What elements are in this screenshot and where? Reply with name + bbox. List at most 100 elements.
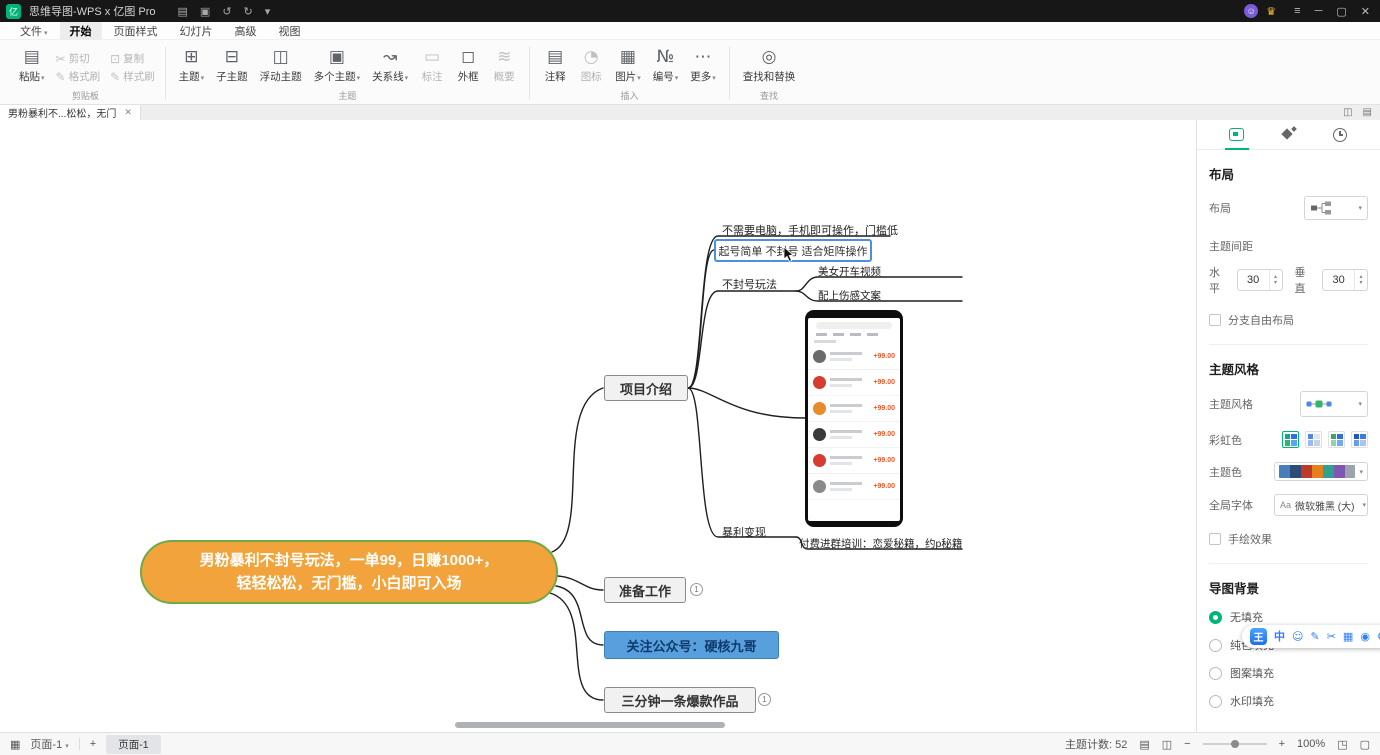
maximize-button[interactable]: ▢ — [1336, 5, 1346, 18]
global-font-dropdown[interactable]: Aa 微软雅黑 (大) ▾ — [1274, 494, 1368, 516]
find-replace-button[interactable]: ◎查找和替换 — [738, 45, 801, 87]
frame-button[interactable]: ◻外框 — [451, 45, 485, 87]
node-sad-caption[interactable]: 配上伤感文案 — [818, 288, 881, 303]
free-layout-checkbox[interactable] — [1209, 314, 1221, 326]
vertical-spacing-stepper[interactable]: 30 ▴▾ — [1322, 269, 1368, 291]
zoom-in-button[interactable]: + — [1279, 738, 1285, 750]
close-tab-icon[interactable]: ✕ — [124, 107, 132, 118]
mindmap-canvas[interactable]: 男粉暴利不封号玩法，一单99，日赚1000+， 轻轻松松，无门槛，小白即可入场 … — [0, 120, 1196, 732]
more-button[interactable]: ⋯更多▾ — [685, 45, 721, 87]
callout-button[interactable]: ▭标注 — [415, 45, 449, 87]
multi-topic-button[interactable]: ▣多个主题▾ — [309, 45, 366, 87]
page-view-icon[interactable]: ▤ — [1139, 738, 1149, 751]
ime-skin-icon[interactable]: ◉ — [1360, 631, 1370, 642]
topic-button[interactable]: ⊞主题▾ — [174, 45, 210, 87]
node-beauty-video[interactable]: 美女开车视频 — [818, 264, 881, 279]
rainbow-palette-2[interactable] — [1305, 431, 1322, 448]
bg-option-watermark[interactable]: 水印填充 — [1209, 693, 1368, 709]
redo-icon[interactable]: ↻ — [244, 5, 253, 18]
node-project-intro[interactable]: 项目介绍 — [604, 375, 688, 401]
menu-tab-home[interactable]: 开始 — [60, 22, 102, 40]
zoom-slider-knob[interactable] — [1231, 740, 1239, 748]
document-tab[interactable]: 男粉暴利不...松松，无门 ✕ — [0, 105, 141, 120]
numbering-button[interactable]: №编号▾ — [648, 45, 684, 87]
layout-dropdown[interactable]: ▾ — [1304, 196, 1368, 220]
image-icon: ▦ — [620, 48, 636, 67]
add-page-button[interactable]: + — [90, 738, 96, 750]
ime-toolbar[interactable]: 王 中 ☺ ✎ ✂ ▦ ◉ ⚙ — [1242, 625, 1380, 648]
node-paid-group-training[interactable]: 付费进群培训：恋爱秘籍，约p秘籍 — [799, 536, 962, 551]
user-avatar[interactable]: ☺ — [1244, 4, 1258, 18]
fullscreen-icon[interactable]: ▢ — [1360, 738, 1370, 751]
cut-button[interactable]: ✂剪切 — [56, 51, 101, 66]
rainbow-palette-4[interactable] — [1351, 431, 1368, 448]
node-profit-monetization[interactable]: 暴利变现 — [722, 524, 766, 540]
node-three-minute-work[interactable]: 三分钟一条爆款作品 — [604, 687, 756, 713]
page-tab[interactable]: 页面-1 — [106, 735, 160, 754]
zoom-out-button[interactable]: − — [1184, 738, 1190, 750]
vip-icon[interactable]: ♛ — [1266, 5, 1276, 18]
menu-tab-file[interactable]: 文件▾ — [10, 22, 58, 40]
node-no-ban-method[interactable]: 不封号玩法 — [722, 276, 777, 292]
node-official-account[interactable]: 关注公众号：硬核九哥 — [604, 631, 779, 659]
menu-tab-page-style[interactable]: 页面样式 — [104, 22, 168, 40]
note-button[interactable]: ▤注释 — [538, 45, 572, 87]
zoom-level[interactable]: 100% — [1297, 738, 1325, 750]
theme-color-dropdown[interactable]: ▾ — [1274, 462, 1368, 481]
horizontal-spacing-stepper[interactable]: 30 ▴▾ — [1237, 269, 1283, 291]
ime-emoji-icon[interactable]: ☺ — [1292, 631, 1303, 642]
central-topic-node[interactable]: 男粉暴利不封号玩法，一单99，日赚1000+， 轻轻松松，无门槛，小白即可入场 — [140, 540, 558, 604]
outline-view-icon[interactable]: ◫ — [1162, 738, 1172, 751]
quick-access-caret-icon[interactable]: ▾ — [265, 5, 271, 18]
ime-pen-icon[interactable]: ✎ — [1310, 631, 1319, 642]
app-logo[interactable]: 亿 — [6, 4, 21, 19]
format-painter-button[interactable]: ✎格式刷 — [56, 69, 101, 84]
minimize-button[interactable]: ─ — [1315, 5, 1323, 18]
bg-option-pattern[interactable]: 图案填充 — [1209, 665, 1368, 681]
hamburger-menu-icon[interactable]: ≡ — [1294, 5, 1300, 18]
page-selector[interactable]: 页面-1 ▾ — [30, 736, 68, 752]
print-icon[interactable]: ▣ — [200, 5, 210, 18]
rainbow-palette-3[interactable] — [1328, 431, 1345, 448]
chevron-down-icon: ▾ — [1358, 204, 1362, 212]
horizontal-scrollbar[interactable] — [455, 722, 725, 728]
hand-drawn-checkbox[interactable] — [1209, 533, 1221, 545]
panel-list-icon[interactable]: ▤ — [1363, 107, 1372, 118]
theme-style-dropdown[interactable]: ▾ — [1300, 391, 1368, 417]
relation-line-button[interactable]: ↝关系线▾ — [367, 45, 413, 87]
close-button[interactable]: ✕ — [1361, 5, 1370, 18]
bg-option-none[interactable]: 无填充 — [1209, 609, 1368, 625]
page-grid-icon[interactable]: ▦ — [10, 738, 20, 751]
node-preparation[interactable]: 准备工作 — [604, 577, 686, 603]
cut-icon: ✂ — [56, 52, 66, 66]
summary-button[interactable]: ≋概要 — [487, 45, 521, 87]
copy-button[interactable]: ⊡复制 — [110, 51, 155, 66]
transaction-amount: +99.00 — [873, 379, 895, 386]
zoom-slider[interactable] — [1203, 743, 1267, 745]
document-tab-bar: 男粉暴利不...松松，无门 ✕ ◫ ▤ — [0, 105, 1380, 120]
transaction-amount: +99.00 — [873, 431, 895, 438]
fit-screen-icon[interactable]: ◳ — [1337, 738, 1347, 751]
phone-screenshot-image[interactable]: +99.00 +99.00 +99.00 +99.00 +99.00 +99.0… — [805, 310, 903, 527]
save-icon[interactable]: ▤ — [178, 5, 188, 18]
node-no-pc-needed[interactable]: 不需要电脑，手机即可操作，门槛低 — [722, 222, 898, 238]
image-button[interactable]: ▦图片▾ — [610, 45, 646, 87]
ime-keyboard-icon[interactable]: ▦ — [1343, 631, 1353, 642]
tab-ai-beautify[interactable] — [1268, 120, 1308, 150]
floating-topic-button[interactable]: ◫浮动主题 — [255, 45, 307, 87]
tab-history[interactable] — [1320, 120, 1360, 150]
tab-style[interactable] — [1217, 120, 1257, 150]
undo-icon[interactable]: ↺ — [222, 5, 231, 18]
paste-button[interactable]: ▤ 粘贴▾ — [14, 45, 50, 87]
subtopic-button[interactable]: ⊟子主题 — [211, 45, 253, 87]
ime-mode-toggle[interactable]: 中 — [1274, 631, 1285, 642]
style-painter-button[interactable]: ✎样式刷 — [110, 69, 155, 84]
menu-tab-view[interactable]: 视图 — [269, 22, 311, 40]
menu-tab-advanced[interactable]: 高级 — [225, 22, 267, 40]
rainbow-palette-1[interactable] — [1282, 431, 1299, 448]
ime-logo[interactable]: 王 — [1250, 628, 1267, 645]
ime-scissors-icon[interactable]: ✂ — [1327, 631, 1336, 642]
window-split-icon[interactable]: ◫ — [1343, 107, 1352, 118]
menu-tab-slides[interactable]: 幻灯片 — [170, 22, 223, 40]
icon-button[interactable]: ◔图标 — [574, 45, 608, 87]
